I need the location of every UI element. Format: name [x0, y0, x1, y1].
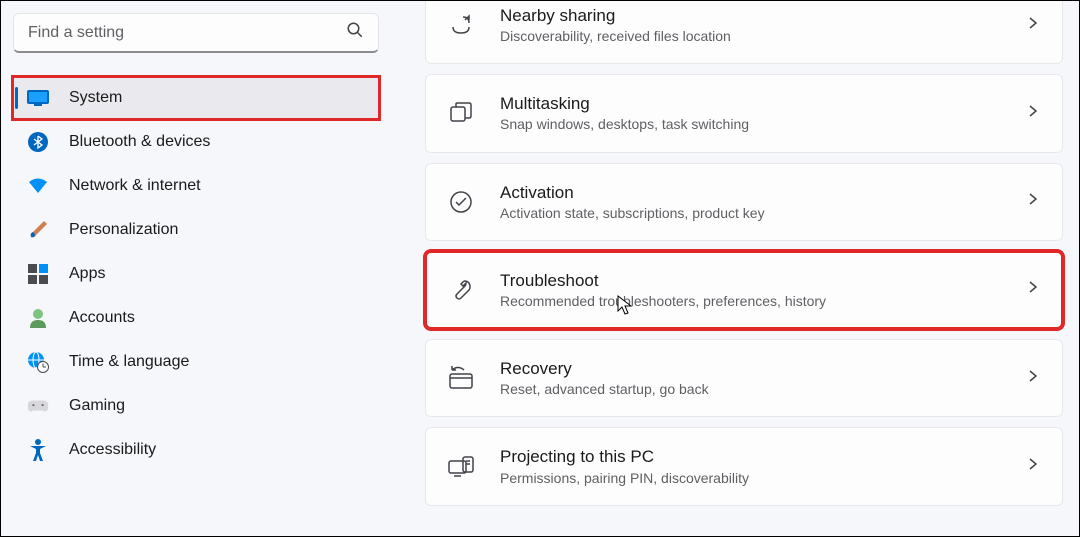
chevron-right-icon [1026, 104, 1040, 123]
multitasking-icon [448, 100, 474, 126]
card-desc: Activation state, subscriptions, product… [500, 204, 1000, 222]
sidebar-item-time-language[interactable]: Time & language [13, 341, 379, 383]
card-text: Troubleshoot Recommended troubleshooters… [500, 270, 1000, 310]
sidebar: System Bluetooth & devices Network & int… [1, 1, 391, 536]
search-icon [346, 21, 364, 44]
sidebar-item-personalization[interactable]: Personalization [13, 209, 379, 251]
card-title: Projecting to this PC [500, 446, 1000, 468]
sidebar-item-accessibility[interactable]: Accessibility [13, 429, 379, 471]
brush-icon [27, 219, 49, 241]
sidebar-item-label: System [69, 89, 122, 107]
card-text: Multitasking Snap windows, desktops, tas… [500, 93, 1000, 133]
card-desc: Permissions, pairing PIN, discoverabilit… [500, 469, 1000, 487]
sidebar-item-label: Personalization [69, 221, 178, 239]
chevron-right-icon [1026, 457, 1040, 476]
system-icon [27, 87, 49, 109]
sidebar-item-apps[interactable]: Apps [13, 253, 379, 295]
gamepad-icon [27, 395, 49, 417]
card-desc: Recommended troubleshooters, preferences… [500, 292, 1000, 310]
card-desc: Discoverability, received files location [500, 27, 1000, 45]
search-box[interactable] [13, 13, 379, 53]
wrench-icon [448, 277, 474, 303]
card-title: Activation [500, 182, 1000, 204]
person-icon [27, 307, 49, 329]
card-nearby-sharing[interactable]: Nearby sharing Discoverability, received… [425, 1, 1063, 64]
accessibility-icon [27, 439, 49, 461]
chevron-right-icon [1026, 369, 1040, 388]
sidebar-item-label: Accounts [69, 309, 135, 327]
sidebar-item-label: Time & language [69, 353, 189, 371]
sidebar-item-label: Gaming [69, 397, 125, 415]
card-title: Multitasking [500, 93, 1000, 115]
card-title: Recovery [500, 358, 1000, 380]
sidebar-item-gaming[interactable]: Gaming [13, 385, 379, 427]
sidebar-item-system[interactable]: System [13, 77, 379, 119]
card-desc: Snap windows, desktops, task switching [500, 115, 1000, 133]
card-text: Nearby sharing Discoverability, received… [500, 5, 1000, 45]
card-title: Nearby sharing [500, 5, 1000, 27]
sidebar-item-accounts[interactable]: Accounts [13, 297, 379, 339]
globe-clock-icon [27, 351, 49, 373]
recovery-icon [448, 365, 474, 391]
wifi-icon [27, 175, 49, 197]
sidebar-item-label: Network & internet [69, 177, 201, 195]
share-icon [448, 12, 474, 38]
card-recovery[interactable]: Recovery Reset, advanced startup, go bac… [425, 339, 1063, 417]
card-text: Recovery Reset, advanced startup, go bac… [500, 358, 1000, 398]
card-title: Troubleshoot [500, 270, 1000, 292]
chevron-right-icon [1026, 280, 1040, 299]
card-projecting[interactable]: Projecting to this PC Permissions, pairi… [425, 427, 1063, 505]
chevron-right-icon [1026, 16, 1040, 35]
bluetooth-icon [27, 131, 49, 153]
main-content: Nearby sharing Discoverability, received… [391, 1, 1079, 536]
card-desc: Reset, advanced startup, go back [500, 380, 1000, 398]
check-circle-icon [448, 189, 474, 215]
sidebar-item-label: Accessibility [69, 441, 156, 459]
apps-icon [27, 263, 49, 285]
card-multitasking[interactable]: Multitasking Snap windows, desktops, tas… [425, 74, 1063, 152]
sidebar-item-bluetooth[interactable]: Bluetooth & devices [13, 121, 379, 163]
chevron-right-icon [1026, 192, 1040, 211]
card-troubleshoot[interactable]: Troubleshoot Recommended troubleshooters… [425, 251, 1063, 329]
sidebar-item-label: Apps [69, 265, 105, 283]
sidebar-item-label: Bluetooth & devices [69, 133, 210, 151]
card-text: Activation Activation state, subscriptio… [500, 182, 1000, 222]
card-activation[interactable]: Activation Activation state, subscriptio… [425, 163, 1063, 241]
card-text: Projecting to this PC Permissions, pairi… [500, 446, 1000, 486]
search-input[interactable] [28, 24, 346, 42]
project-icon [448, 454, 474, 480]
sidebar-item-network[interactable]: Network & internet [13, 165, 379, 207]
